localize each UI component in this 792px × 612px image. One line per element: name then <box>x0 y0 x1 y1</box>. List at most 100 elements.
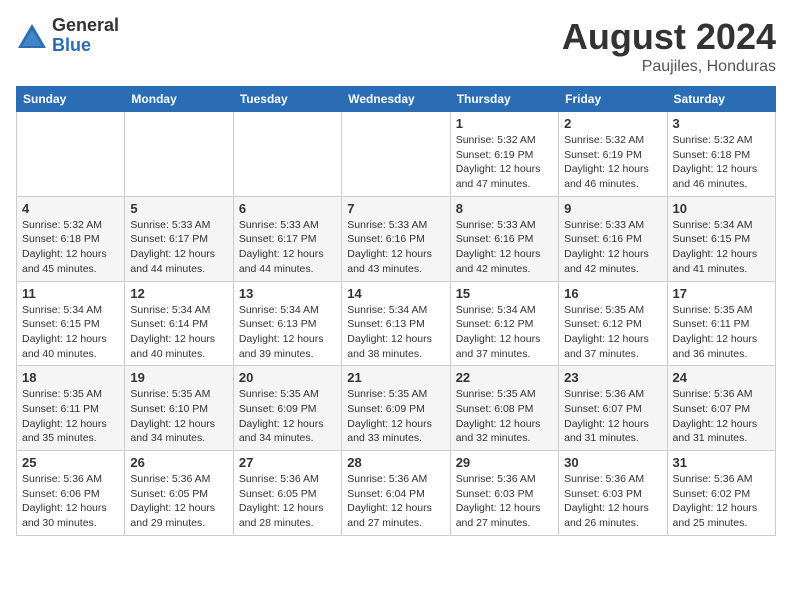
logo-general-text: General <box>52 16 119 36</box>
day-info: Sunrise: 5:36 AM Sunset: 6:03 PM Dayligh… <box>456 472 553 531</box>
day-number: 3 <box>673 116 770 131</box>
day-number: 30 <box>564 455 661 470</box>
calendar-cell <box>17 112 125 197</box>
day-info: Sunrise: 5:33 AM Sunset: 6:17 PM Dayligh… <box>239 218 336 277</box>
calendar-cell: 23 Sunrise: 5:36 AM Sunset: 6:07 PM Dayli… <box>559 366 667 451</box>
day-number: 21 <box>347 370 444 385</box>
page-header: General Blue August 2024 Paujiles, Hondu… <box>16 16 776 76</box>
day-info: Sunrise: 5:36 AM Sunset: 6:04 PM Dayligh… <box>347 472 444 531</box>
day-number: 11 <box>22 286 119 301</box>
day-number: 1 <box>456 116 553 131</box>
weekday-header-friday: Friday <box>559 87 667 112</box>
day-number: 8 <box>456 201 553 216</box>
day-info: Sunrise: 5:33 AM Sunset: 6:17 PM Dayligh… <box>130 218 227 277</box>
day-number: 20 <box>239 370 336 385</box>
day-info: Sunrise: 5:32 AM Sunset: 6:18 PM Dayligh… <box>673 133 770 192</box>
day-number: 17 <box>673 286 770 301</box>
weekday-header-row: SundayMondayTuesdayWednesdayThursdayFrid… <box>17 87 776 112</box>
day-info: Sunrise: 5:34 AM Sunset: 6:15 PM Dayligh… <box>22 303 119 362</box>
calendar-cell: 25 Sunrise: 5:36 AM Sunset: 6:06 PM Dayli… <box>17 451 125 536</box>
logo-text: General Blue <box>52 16 119 56</box>
day-number: 12 <box>130 286 227 301</box>
calendar-cell: 9Sunrise: 5:33 AM Sunset: 6:16 PM Daylig… <box>559 196 667 281</box>
calendar-week-1: 1 Sunrise: 5:32 AM Sunset: 6:19 PM Daylig… <box>17 112 776 197</box>
day-info: Sunrise: 5:33 AM Sunset: 6:16 PM Dayligh… <box>456 218 553 277</box>
day-info: Sunrise: 5:33 AM Sunset: 6:16 PM Dayligh… <box>347 218 444 277</box>
calendar-week-3: 11 Sunrise: 5:34 AM Sunset: 6:15 PM Dayli… <box>17 281 776 366</box>
calendar-header: SundayMondayTuesdayWednesdayThursdayFrid… <box>17 87 776 112</box>
day-number: 28 <box>347 455 444 470</box>
day-info: Sunrise: 5:36 AM Sunset: 6:07 PM Dayligh… <box>564 387 661 446</box>
logo-icon <box>16 22 48 50</box>
day-info: Sunrise: 5:36 AM Sunset: 6:06 PM Dayligh… <box>22 472 119 531</box>
day-number: 26 <box>130 455 227 470</box>
calendar-cell: 1 Sunrise: 5:32 AM Sunset: 6:19 PM Daylig… <box>450 112 558 197</box>
calendar-cell: 4 Sunrise: 5:32 AM Sunset: 6:18 PM Daylig… <box>17 196 125 281</box>
calendar-body: 1 Sunrise: 5:32 AM Sunset: 6:19 PM Daylig… <box>17 112 776 536</box>
calendar-cell: 5 Sunrise: 5:33 AM Sunset: 6:17 PM Daylig… <box>125 196 233 281</box>
day-number: 29 <box>456 455 553 470</box>
calendar-cell: 14 Sunrise: 5:34 AM Sunset: 6:13 PM Dayli… <box>342 281 450 366</box>
day-info: Sunrise: 5:32 AM Sunset: 6:19 PM Dayligh… <box>456 133 553 192</box>
day-number: 10 <box>673 201 770 216</box>
day-info: Sunrise: 5:35 AM Sunset: 6:09 PM Dayligh… <box>239 387 336 446</box>
weekday-header-tuesday: Tuesday <box>233 87 341 112</box>
calendar-cell: 26 Sunrise: 5:36 AM Sunset: 6:05 PM Dayli… <box>125 451 233 536</box>
day-info: Sunrise: 5:35 AM Sunset: 6:11 PM Dayligh… <box>673 303 770 362</box>
day-number: 25 <box>22 455 119 470</box>
day-number: 6 <box>239 201 336 216</box>
day-info: Sunrise: 5:34 AM Sunset: 6:15 PM Dayligh… <box>673 218 770 277</box>
calendar-cell: 2Sunrise: 5:32 AM Sunset: 6:19 PM Daylig… <box>559 112 667 197</box>
day-number: 31 <box>673 455 770 470</box>
calendar-cell: 28 Sunrise: 5:36 AM Sunset: 6:04 PM Dayli… <box>342 451 450 536</box>
calendar-cell: 31Sunrise: 5:36 AM Sunset: 6:02 PM Dayli… <box>667 451 775 536</box>
day-info: Sunrise: 5:35 AM Sunset: 6:09 PM Dayligh… <box>347 387 444 446</box>
day-info: Sunrise: 5:32 AM Sunset: 6:18 PM Dayligh… <box>22 218 119 277</box>
calendar-week-4: 18Sunrise: 5:35 AM Sunset: 6:11 PM Dayli… <box>17 366 776 451</box>
day-info: Sunrise: 5:36 AM Sunset: 6:03 PM Dayligh… <box>564 472 661 531</box>
calendar-cell: 10 Sunrise: 5:34 AM Sunset: 6:15 PM Dayli… <box>667 196 775 281</box>
calendar-cell <box>233 112 341 197</box>
logo-blue-text: Blue <box>52 36 119 56</box>
day-info: Sunrise: 5:36 AM Sunset: 6:05 PM Dayligh… <box>130 472 227 531</box>
day-number: 23 <box>564 370 661 385</box>
calendar-cell: 3 Sunrise: 5:32 AM Sunset: 6:18 PM Daylig… <box>667 112 775 197</box>
day-number: 2 <box>564 116 661 131</box>
day-number: 24 <box>673 370 770 385</box>
day-number: 18 <box>22 370 119 385</box>
calendar-cell: 17 Sunrise: 5:35 AM Sunset: 6:11 PM Dayli… <box>667 281 775 366</box>
day-info: Sunrise: 5:35 AM Sunset: 6:10 PM Dayligh… <box>130 387 227 446</box>
day-number: 15 <box>456 286 553 301</box>
day-number: 5 <box>130 201 227 216</box>
calendar-cell <box>342 112 450 197</box>
calendar-cell: 30 Sunrise: 5:36 AM Sunset: 6:03 PM Dayli… <box>559 451 667 536</box>
calendar-cell: 12Sunrise: 5:34 AM Sunset: 6:14 PM Dayli… <box>125 281 233 366</box>
weekday-header-saturday: Saturday <box>667 87 775 112</box>
calendar-cell: 11 Sunrise: 5:34 AM Sunset: 6:15 PM Dayli… <box>17 281 125 366</box>
calendar-cell: 27Sunrise: 5:36 AM Sunset: 6:05 PM Dayli… <box>233 451 341 536</box>
day-number: 7 <box>347 201 444 216</box>
logo: General Blue <box>16 16 119 56</box>
calendar-cell: 22Sunrise: 5:35 AM Sunset: 6:08 PM Dayli… <box>450 366 558 451</box>
day-number: 13 <box>239 286 336 301</box>
calendar-title: August 2024 <box>562 16 776 58</box>
day-number: 22 <box>456 370 553 385</box>
day-info: Sunrise: 5:34 AM Sunset: 6:13 PM Dayligh… <box>239 303 336 362</box>
weekday-header-wednesday: Wednesday <box>342 87 450 112</box>
weekday-header-thursday: Thursday <box>450 87 558 112</box>
day-number: 14 <box>347 286 444 301</box>
day-info: Sunrise: 5:36 AM Sunset: 6:07 PM Dayligh… <box>673 387 770 446</box>
day-info: Sunrise: 5:34 AM Sunset: 6:13 PM Dayligh… <box>347 303 444 362</box>
calendar-cell: 13 Sunrise: 5:34 AM Sunset: 6:13 PM Dayli… <box>233 281 341 366</box>
title-block: August 2024 Paujiles, Honduras <box>562 16 776 76</box>
calendar-cell: 20 Sunrise: 5:35 AM Sunset: 6:09 PM Dayli… <box>233 366 341 451</box>
day-number: 19 <box>130 370 227 385</box>
day-number: 27 <box>239 455 336 470</box>
day-info: Sunrise: 5:33 AM Sunset: 6:16 PM Dayligh… <box>564 218 661 277</box>
calendar-cell: 8 Sunrise: 5:33 AM Sunset: 6:16 PM Daylig… <box>450 196 558 281</box>
day-number: 4 <box>22 201 119 216</box>
calendar-cell: 7 Sunrise: 5:33 AM Sunset: 6:16 PM Daylig… <box>342 196 450 281</box>
calendar-week-5: 25 Sunrise: 5:36 AM Sunset: 6:06 PM Dayli… <box>17 451 776 536</box>
day-info: Sunrise: 5:35 AM Sunset: 6:12 PM Dayligh… <box>564 303 661 362</box>
calendar-table: SundayMondayTuesdayWednesdayThursdayFrid… <box>16 86 776 536</box>
